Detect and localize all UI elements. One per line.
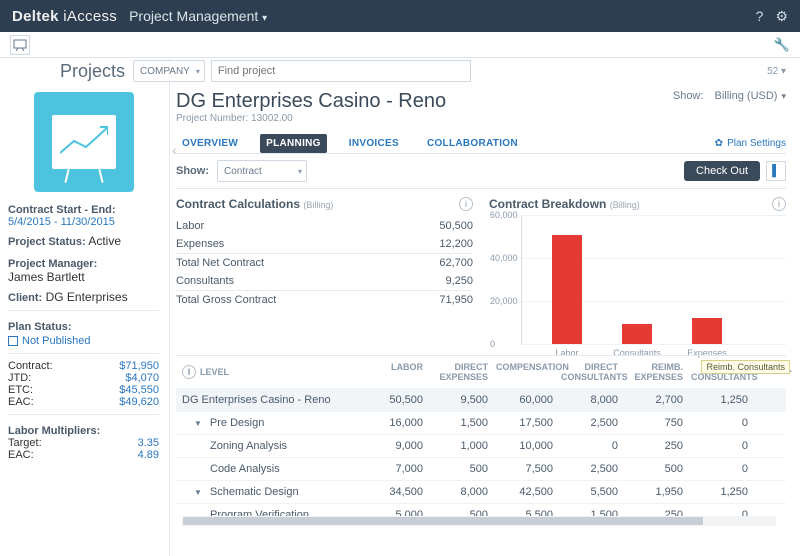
- tab-collaboration[interactable]: COLLABORATION: [421, 134, 524, 153]
- client-label: Client:: [8, 292, 42, 304]
- mult-row: EAC:4.89: [8, 449, 159, 461]
- content: DG Enterprises Casino - Reno Project Num…: [170, 58, 800, 556]
- mult-row: Target:3.35: [8, 437, 159, 449]
- col-header[interactable]: DIRECT EXPENSES: [431, 362, 496, 382]
- tab-invoices[interactable]: INVOICES: [343, 134, 405, 153]
- plan-settings-link[interactable]: ✿Plan Settings: [715, 134, 786, 153]
- tab-planning[interactable]: PLANNING: [260, 134, 327, 153]
- plan-status-value[interactable]: Not Published: [22, 335, 91, 347]
- topbar: Deltek iAccess Project Management ▾ ? ⚙: [0, 0, 800, 32]
- mult-label: Labor Multipliers:: [8, 425, 159, 437]
- table-row[interactable]: ▼Pre Design16,0001,50017,5002,5007500: [176, 411, 786, 434]
- project-number: Project Number: 13002.00: [176, 113, 446, 124]
- calc-row: Total Gross Contract71,950: [176, 290, 473, 309]
- plan-status-checkbox[interactable]: [8, 336, 18, 346]
- toolbar-show-select[interactable]: Contract: [217, 160, 307, 182]
- chart-bar: [552, 235, 582, 344]
- help-icon[interactable]: ?: [756, 8, 764, 25]
- col-header[interactable]: DIRECT CONSULTANTS: [561, 362, 626, 382]
- brand: Deltek iAccess: [12, 8, 117, 25]
- gear-icon: ✿: [715, 138, 723, 149]
- info-icon[interactable]: i: [459, 197, 473, 211]
- calc-row: Labor50,500: [176, 217, 473, 235]
- sidebar: Contract Start - End:5/4/2015 - 11/30/20…: [0, 58, 170, 556]
- col-header[interactable]: COMPENSATION: [496, 362, 561, 382]
- toolbar: Show: Contract Check Out ▌: [176, 154, 786, 189]
- toolbar-extra-button[interactable]: ▌: [766, 161, 786, 181]
- module-dropdown[interactable]: Project Management ▾: [129, 8, 267, 24]
- tab-overview[interactable]: OVERVIEW: [176, 134, 244, 153]
- tabs: OVERVIEW PLANNING INVOICES COLLABORATION…: [176, 128, 786, 154]
- subbar: 🔧: [0, 32, 800, 58]
- project-name: DG Enterprises Casino - Reno: [176, 90, 446, 113]
- pm-label: Project Manager:: [8, 258, 159, 270]
- calc-row: Consultants9,250: [176, 272, 473, 290]
- fin-row: EAC:$49,620: [8, 396, 159, 408]
- info-icon[interactable]: i: [772, 197, 786, 211]
- contract-dates[interactable]: 5/4/2015 - 11/30/2015: [8, 216, 159, 228]
- status-value: Active: [88, 234, 121, 248]
- checkout-button[interactable]: Check Out: [684, 161, 760, 181]
- chart-bar: [622, 324, 652, 344]
- scrollbar-horizontal[interactable]: [182, 516, 776, 526]
- table-row[interactable]: DG Enterprises Casino - Reno50,5009,5006…: [176, 388, 786, 411]
- breakdown-chart: 020,00040,00060,000LaborConsultantsExpen…: [521, 215, 786, 345]
- fin-row: ETC:$45,550: [8, 384, 159, 396]
- presentation-icon[interactable]: [10, 35, 30, 55]
- table-header: iLEVEL LABORDIRECT EXPENSESCOMPENSATIOND…: [176, 356, 786, 388]
- table-row[interactable]: ▼Schematic Design34,5008,00042,5005,5001…: [176, 480, 786, 503]
- toolbar-show-label: Show:: [176, 165, 209, 177]
- table-row[interactable]: Zoning Analysis9,0001,00010,00002500: [176, 434, 786, 457]
- show-select[interactable]: Show: Billing (USD) ▾: [673, 90, 786, 102]
- table: ︿ iLEVEL LABORDIRECT EXPENSESCOMPENSATIO…: [176, 355, 786, 526]
- col-header[interactable]: REIMB. EXPENSES: [626, 362, 691, 382]
- tooltip: Reimb. Consultants: [701, 360, 790, 374]
- fin-row: Contract:$71,950: [8, 360, 159, 372]
- projects-title: Projects: [60, 61, 125, 82]
- client-value: DG Enterprises: [46, 290, 128, 304]
- calc-panel: Contract Calculations (Billing)i Labor50…: [176, 197, 473, 345]
- status-label: Project Status:: [8, 236, 86, 248]
- gear-icon[interactable]: ⚙: [775, 8, 788, 25]
- calc-row: Expenses12,200: [176, 235, 473, 253]
- breakdown-panel: Contract Breakdown (Billing)i 020,00040,…: [489, 197, 786, 345]
- calc-title: Contract Calculations: [176, 197, 300, 211]
- pm-value: James Bartlett: [8, 270, 159, 284]
- contract-dates-label: Contract Start - End:: [8, 204, 159, 216]
- breakdown-title: Contract Breakdown: [489, 197, 606, 211]
- wrench-icon[interactable]: 🔧: [774, 37, 790, 53]
- fin-row: JTD:$4,070: [8, 372, 159, 384]
- col-header[interactable]: LABOR: [366, 362, 431, 382]
- project-tile: [34, 92, 134, 192]
- plan-status-label: Plan Status:: [8, 321, 159, 333]
- info-icon[interactable]: i: [182, 365, 196, 379]
- chart-bar: [692, 318, 722, 344]
- calc-row: Total Net Contract62,700: [176, 253, 473, 272]
- table-row[interactable]: Code Analysis7,0005007,5002,5005000: [176, 457, 786, 480]
